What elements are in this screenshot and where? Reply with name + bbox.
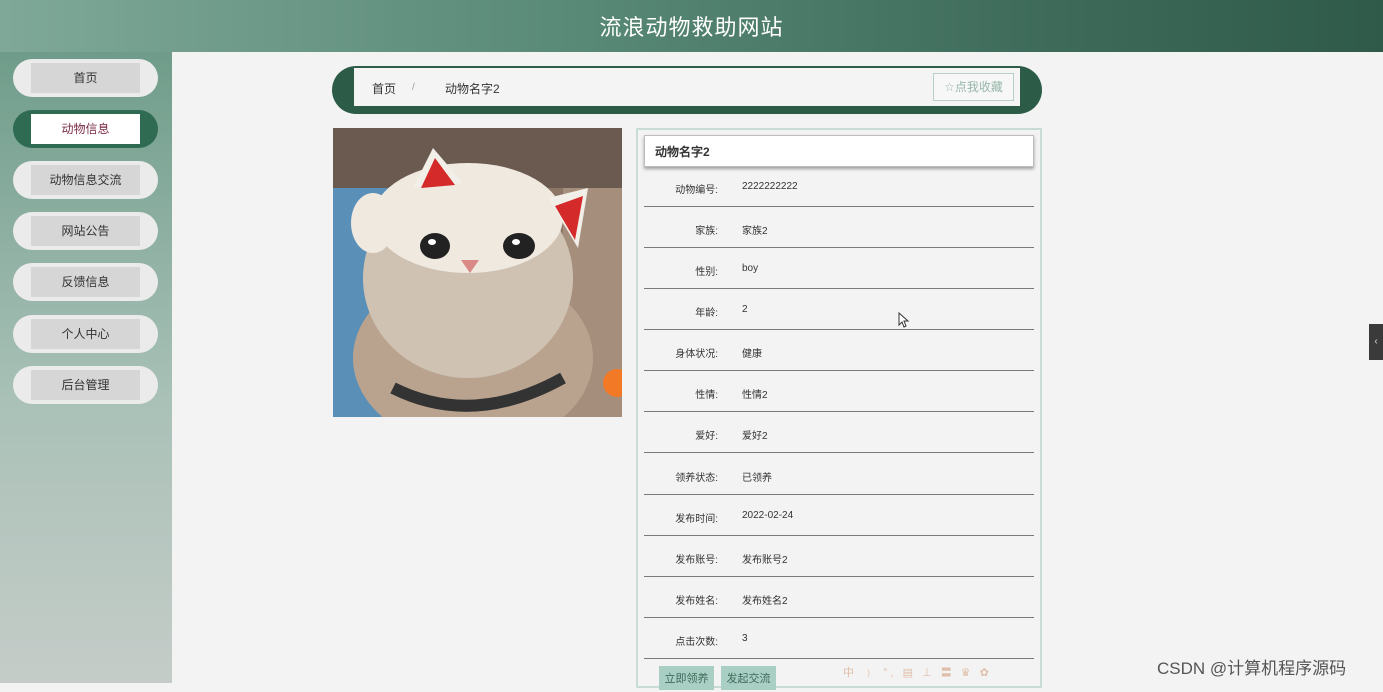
detail-row: 动物编号: 2222222222 xyxy=(644,166,1034,207)
field-label: 点击次数: xyxy=(675,637,718,648)
field-label: 动物编号: xyxy=(675,185,718,196)
favorite-button[interactable]: ☆点我收藏 xyxy=(933,73,1014,101)
sidebar-item-home[interactable]: 首页 xyxy=(13,59,158,97)
field-label: 家族: xyxy=(695,226,718,237)
sidebar-item-label: 反馈信息 xyxy=(31,267,140,297)
field-value: 2 xyxy=(742,304,748,315)
sidebar-item-label: 动物信息 xyxy=(31,114,140,144)
detail-row: 性别: boy xyxy=(644,248,1034,289)
field-label: 发布时间: xyxy=(675,514,718,525)
field-value: 爱好2 xyxy=(742,431,768,442)
sidebar-item-admin[interactable]: 后台管理 xyxy=(13,366,158,404)
field-value: 2222222222 xyxy=(742,181,798,192)
watermark-text: CSDN @计算机程序源码 xyxy=(1157,659,1347,678)
field-label: 领养状态: xyxy=(675,473,718,484)
sidebar-item-label: 个人中心 xyxy=(31,319,140,349)
field-label: 发布账号: xyxy=(675,555,718,566)
sidebar-item-label: 网站公告 xyxy=(31,216,140,246)
cat-image xyxy=(333,128,622,417)
sidebar-item-profile[interactable]: 个人中心 xyxy=(13,315,158,353)
detail-row: 发布姓名: 发布姓名2 xyxy=(644,577,1034,618)
detail-row: 性情: 性情2 xyxy=(644,371,1034,412)
collapse-panel-tab[interactable]: ‹ xyxy=(1369,324,1383,360)
field-value: 发布账号2 xyxy=(742,555,788,566)
detail-row: 领养状态: 已领养 xyxy=(644,454,1034,495)
detail-row: 点击次数: 3 xyxy=(644,618,1034,659)
detail-row: 发布时间: 2022-02-24 xyxy=(644,495,1034,536)
field-label: 身体状况: xyxy=(675,349,718,360)
start-discussion-button[interactable]: 发起交流 xyxy=(721,666,776,690)
field-value: 发布姓名2 xyxy=(742,596,788,607)
sidebar-item-animal-info[interactable]: 动物信息 xyxy=(13,110,158,148)
field-value: 3 xyxy=(742,633,748,644)
field-label: 年龄: xyxy=(695,308,718,319)
field-label: 性别: xyxy=(695,267,718,278)
sidebar-item-label: 后台管理 xyxy=(31,370,140,400)
sidebar-item-feedback[interactable]: 反馈信息 xyxy=(13,263,158,301)
ime-toolbar: 中 ﹚ °, ▤ ⊥ 〓 ♛ ✿ xyxy=(843,667,992,679)
sidebar-item-announcements[interactable]: 网站公告 xyxy=(13,212,158,250)
detail-row: 家族: 家族2 xyxy=(644,207,1034,248)
breadcrumb-current: 动物名字2 xyxy=(445,82,500,96)
field-label: 爱好: xyxy=(695,431,718,442)
detail-row: 年龄: 2 xyxy=(644,289,1034,330)
detail-row: 发布账号: 发布账号2 xyxy=(644,536,1034,577)
detail-row: 身体状况: 健康 xyxy=(644,330,1034,371)
animal-photo xyxy=(333,128,622,417)
detail-title: 动物名字2 xyxy=(644,135,1034,167)
sidebar-item-animal-forum[interactable]: 动物信息交流 xyxy=(13,161,158,199)
site-title: 流浪动物救助网站 xyxy=(599,15,784,40)
field-value: 家族2 xyxy=(742,226,768,237)
field-value: 健康 xyxy=(742,349,762,360)
field-value: 2022-02-24 xyxy=(742,510,794,521)
sidebar-item-label: 首页 xyxy=(31,63,140,93)
field-label: 发布姓名: xyxy=(675,596,718,607)
mouse-cursor-icon xyxy=(898,312,910,328)
sidebar-item-label: 动物信息交流 xyxy=(31,165,140,195)
detail-row: 爱好: 爱好2 xyxy=(644,412,1034,453)
adopt-button[interactable]: 立即领养 xyxy=(659,666,714,690)
site-header: 流浪动物救助网站 xyxy=(0,0,1383,52)
field-label: 性情: xyxy=(695,390,718,401)
field-value: boy xyxy=(742,263,759,274)
breadcrumb-separator: / xyxy=(412,82,415,93)
breadcrumb-home-link[interactable]: 首页 xyxy=(372,80,396,97)
field-value: 已领养 xyxy=(742,473,772,484)
field-value: 性情2 xyxy=(742,390,768,401)
